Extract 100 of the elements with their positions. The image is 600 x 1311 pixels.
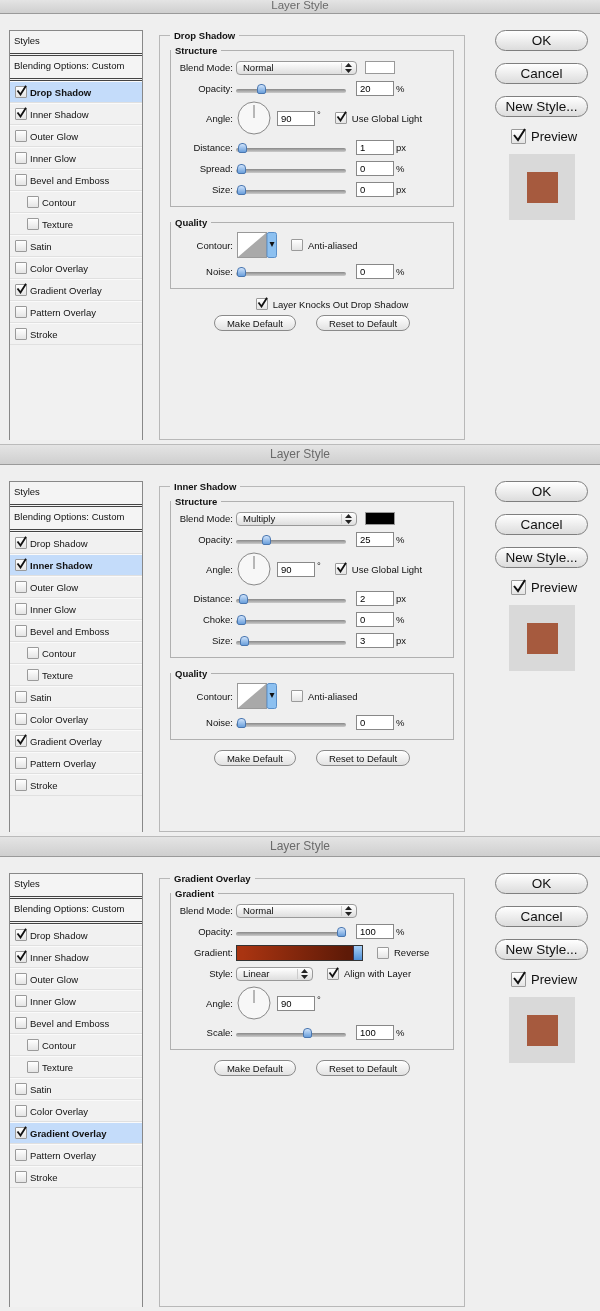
checkbox[interactable] — [15, 779, 27, 791]
number-field[interactable]: 20 — [356, 81, 394, 96]
style-list-item[interactable]: Texture — [10, 213, 142, 235]
checkbox[interactable] — [15, 86, 27, 98]
style-list-item[interactable]: Gradient Overlay — [10, 1122, 142, 1144]
style-list-item[interactable]: Stroke — [10, 774, 142, 796]
slider[interactable] — [236, 183, 346, 196]
number-field[interactable]: 1 — [356, 140, 394, 155]
checkbox[interactable] — [327, 967, 339, 980]
checkbox[interactable] — [15, 1127, 27, 1139]
number-field[interactable]: 0 — [356, 264, 394, 279]
checkbox[interactable] — [291, 690, 303, 702]
checkbox[interactable] — [15, 713, 27, 725]
style-list-item[interactable]: Gradient Overlay — [10, 730, 142, 752]
slider-thumb[interactable] — [238, 142, 247, 153]
checkbox[interactable] — [15, 603, 27, 615]
checkbox[interactable] — [334, 112, 347, 124]
gradient-picker[interactable] — [236, 944, 363, 961]
checkbox[interactable] — [15, 735, 27, 747]
style-list-item[interactable]: Contour — [10, 1034, 142, 1056]
style-list-item[interactable]: Bevel and Emboss — [10, 620, 142, 642]
slider-thumb[interactable] — [337, 926, 346, 937]
dialog-button[interactable]: New Style... — [495, 96, 588, 117]
checkbox[interactable] — [15, 240, 27, 252]
checkbox[interactable] — [15, 581, 27, 593]
style-list-item[interactable]: Contour — [10, 191, 142, 213]
checkbox[interactable] — [334, 563, 347, 575]
number-field[interactable]: 0 — [356, 161, 394, 176]
number-field[interactable]: 3 — [356, 633, 394, 648]
slider[interactable] — [236, 265, 346, 278]
checkbox[interactable] — [15, 1105, 27, 1117]
checkbox[interactable] — [27, 1061, 39, 1073]
default-button[interactable]: Make Default — [213, 315, 296, 331]
checkbox[interactable] — [377, 946, 389, 959]
style-list-item[interactable]: Inner Shadow — [10, 554, 142, 576]
slider-thumb[interactable] — [262, 534, 271, 545]
dialog-button[interactable]: OK — [495, 873, 588, 894]
style-list-item[interactable]: Outer Glow — [10, 125, 142, 147]
slider[interactable] — [236, 162, 346, 175]
checkbox[interactable] — [15, 1083, 27, 1095]
dialog-button[interactable]: OK — [495, 30, 588, 51]
style-list-item[interactable]: Pattern Overlay — [10, 1144, 142, 1166]
number-field[interactable]: 0 — [356, 612, 394, 627]
slider[interactable] — [236, 925, 346, 938]
dialog-button[interactable]: Cancel — [495, 63, 588, 84]
slider-thumb[interactable] — [303, 1027, 312, 1038]
style-list-item[interactable]: Satin — [10, 235, 142, 257]
checkbox[interactable] — [15, 262, 27, 274]
checkbox[interactable] — [15, 559, 27, 571]
checkbox[interactable] — [15, 757, 27, 769]
checkbox[interactable] — [511, 129, 526, 144]
angle-dial[interactable] — [237, 552, 271, 586]
slider[interactable] — [236, 613, 346, 626]
dialog-button[interactable]: New Style... — [495, 547, 588, 568]
checkbox[interactable] — [27, 1039, 39, 1051]
style-list-item[interactable]: Pattern Overlay — [10, 301, 142, 323]
style-list-item[interactable]: Bevel and Emboss — [10, 1012, 142, 1034]
checkbox[interactable] — [15, 929, 27, 941]
checkbox[interactable] — [15, 951, 27, 963]
default-button[interactable]: Reset to Default — [315, 315, 411, 331]
number-field[interactable]: 100 — [356, 924, 394, 939]
checkbox[interactable] — [15, 537, 27, 549]
style-list-item[interactable]: Drop Shadow — [10, 81, 142, 103]
checkbox[interactable] — [15, 1017, 27, 1029]
style-list-item[interactable]: Texture — [10, 1056, 142, 1078]
dropdown[interactable]: Normal — [236, 903, 357, 918]
slider-thumb[interactable] — [237, 614, 246, 625]
slider-thumb[interactable] — [239, 593, 248, 604]
style-list-item[interactable]: Bevel and Emboss — [10, 169, 142, 191]
dropdown[interactable]: Normal — [236, 60, 357, 75]
checkbox[interactable] — [27, 218, 39, 230]
slider-thumb[interactable] — [237, 163, 246, 174]
number-field[interactable]: 0 — [356, 715, 394, 730]
style-list-item[interactable]: Contour — [10, 642, 142, 664]
checkbox[interactable] — [291, 239, 303, 251]
dialog-button[interactable]: Cancel — [495, 514, 588, 535]
slider[interactable] — [236, 141, 346, 154]
contour-picker[interactable] — [237, 683, 277, 709]
style-list-item[interactable]: Satin — [10, 686, 142, 708]
style-list-item[interactable]: Texture — [10, 664, 142, 686]
style-list-item[interactable]: Satin — [10, 1078, 142, 1100]
number-field[interactable]: 100 — [356, 1025, 394, 1040]
checkbox[interactable] — [15, 284, 27, 296]
style-list-item[interactable]: Outer Glow — [10, 968, 142, 990]
slider-thumb[interactable] — [237, 717, 246, 728]
checkbox[interactable] — [15, 108, 27, 120]
slider-thumb[interactable] — [240, 635, 249, 646]
checkbox[interactable] — [15, 625, 27, 637]
slider[interactable] — [236, 1026, 346, 1039]
checkbox[interactable] — [15, 306, 27, 318]
style-list-item[interactable]: Gradient Overlay — [10, 279, 142, 301]
style-list-item[interactable]: Pattern Overlay — [10, 752, 142, 774]
style-list-item[interactable]: Drop Shadow — [10, 924, 142, 946]
style-list-item[interactable]: Inner Glow — [10, 598, 142, 620]
angle-dial[interactable] — [237, 101, 271, 135]
color-swatch[interactable] — [365, 61, 395, 74]
style-list-item[interactable]: Outer Glow — [10, 576, 142, 598]
checkbox[interactable] — [15, 973, 27, 985]
contour-picker[interactable] — [237, 232, 277, 258]
checkbox[interactable] — [15, 130, 27, 142]
